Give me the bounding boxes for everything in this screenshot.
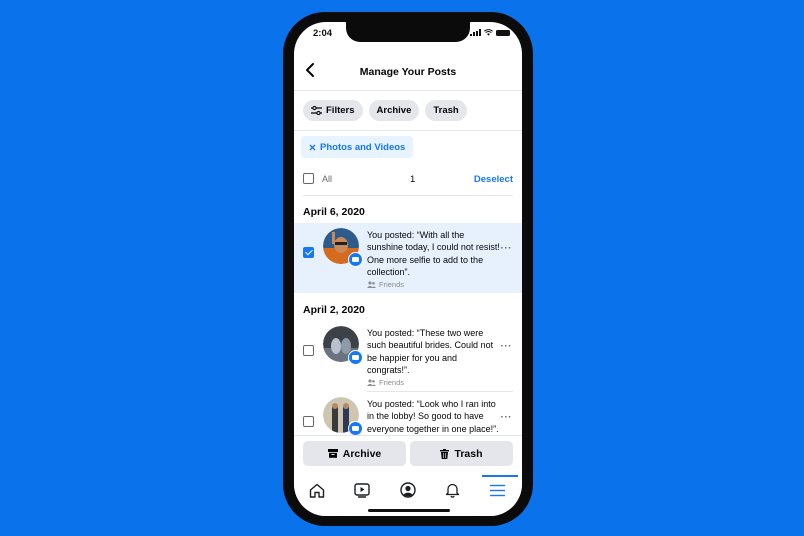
profile-icon — [399, 482, 416, 498]
notch — [346, 22, 470, 42]
trash-button-label: Trash — [454, 447, 483, 460]
more-options-button[interactable]: ··· — [501, 412, 513, 423]
active-filter-label: Photos and Videos — [320, 141, 406, 153]
tab-menu[interactable] — [475, 475, 520, 505]
battery-icon — [496, 29, 510, 36]
date-header: April 6, 2020 — [303, 206, 365, 218]
post-checkbox[interactable] — [303, 247, 314, 258]
photo-badge-icon — [348, 421, 363, 436]
friends-icon — [367, 281, 376, 288]
archive-chip-label: Archive — [376, 105, 412, 116]
trash-chip[interactable]: Trash — [425, 100, 467, 121]
selected-count: 1 — [410, 174, 416, 185]
trash-chip-label: Trash — [433, 105, 459, 116]
home-indicator — [368, 509, 450, 512]
phone-screen: 2:04 Manage Your Posts Filters Archive T… — [294, 22, 522, 516]
filters-chip-label: Filters — [326, 105, 355, 116]
more-options-button[interactable]: ··· — [501, 243, 513, 254]
video-icon — [353, 482, 370, 498]
filters-chip[interactable]: Filters — [303, 100, 363, 121]
divider — [303, 195, 513, 196]
tab-notifications[interactable] — [430, 475, 475, 505]
phone-frame: 2:04 Manage Your Posts Filters Archive T… — [283, 12, 533, 526]
audience: Friends — [367, 280, 404, 289]
trash-button[interactable]: Trash — [410, 441, 513, 466]
home-icon — [309, 483, 324, 498]
more-options-button[interactable]: ··· — [501, 341, 513, 352]
signal-icon — [470, 29, 481, 36]
close-icon[interactable] — [309, 144, 316, 151]
audience-label: Friends — [379, 280, 405, 289]
header: Manage Your Posts — [294, 52, 522, 91]
divider — [294, 130, 522, 131]
audience-label: Friends — [379, 378, 405, 387]
post-checkbox[interactable] — [303, 345, 314, 356]
tab-profile[interactable] — [385, 475, 430, 505]
page-title: Manage Your Posts — [359, 66, 457, 78]
status-icons — [470, 29, 510, 36]
friends-icon — [367, 379, 376, 386]
menu-icon — [490, 484, 505, 496]
post-text: You posted: “Look who I ran into in the … — [367, 399, 499, 434]
post-item[interactable]: You posted: “These two were such beautif… — [294, 321, 522, 391]
tab-watch[interactable] — [339, 475, 384, 505]
sliders-icon — [311, 106, 322, 115]
photo-badge-icon — [348, 350, 363, 365]
post-checkbox[interactable] — [303, 416, 314, 427]
post-item[interactable]: You posted: “With all the sunshine today… — [294, 223, 522, 293]
select-all-label: All — [322, 174, 333, 184]
status-time: 2:04 — [313, 28, 333, 39]
active-filter-tag[interactable]: Photos and Videos — [301, 136, 414, 158]
selection-row: All 1 Deselect — [303, 169, 513, 189]
filter-chips: Filters Archive Trash — [303, 100, 467, 121]
post-text: You posted: “These two were such beautif… — [367, 328, 494, 375]
archive-chip[interactable]: Archive — [368, 100, 420, 121]
bulk-actions-bar: Archive Trash — [294, 435, 522, 476]
archive-icon — [327, 449, 338, 458]
trash-icon — [440, 448, 450, 459]
date-header: April 2, 2020 — [303, 304, 365, 316]
archive-button-label: Archive — [342, 447, 382, 460]
post-text: You posted: “With all the sunshine today… — [367, 230, 500, 277]
tab-home[interactable] — [294, 475, 339, 505]
photo-badge-icon — [348, 252, 363, 267]
bell-icon — [445, 483, 460, 498]
audience: Friends — [367, 378, 404, 387]
archive-button[interactable]: Archive — [303, 441, 406, 466]
select-all-checkbox[interactable] — [303, 173, 314, 184]
deselect-button[interactable]: Deselect — [474, 174, 513, 185]
wifi-icon — [484, 29, 493, 36]
